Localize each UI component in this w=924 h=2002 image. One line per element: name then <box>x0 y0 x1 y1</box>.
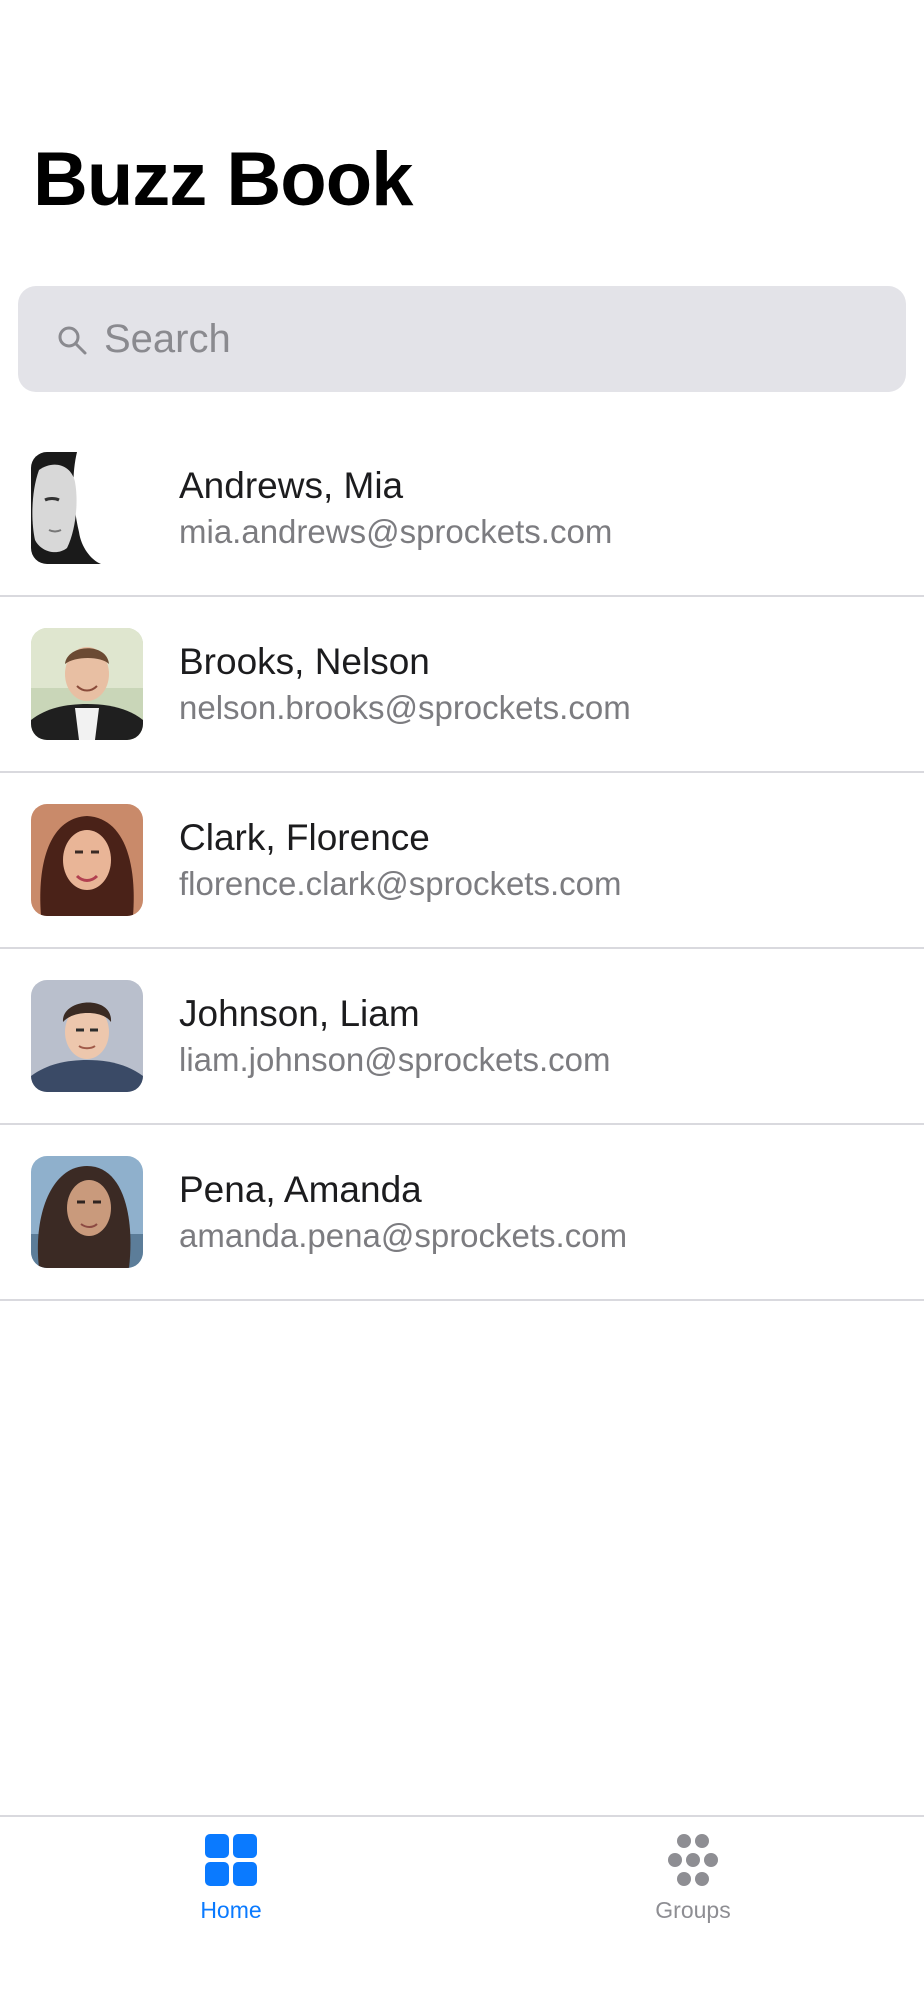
page-title: Buzz Book <box>33 137 413 222</box>
contact-row-johnson-liam[interactable]: Johnson, Liam liam.johnson@sprockets.com <box>0 949 924 1125</box>
avatar <box>31 1156 143 1268</box>
contact-name: Pena, Amanda <box>179 1169 422 1210</box>
avatar <box>31 452 143 564</box>
search-icon <box>58 326 87 355</box>
contact-list: Andrews, Mia mia.andrews@sprockets.com B… <box>0 421 924 1301</box>
contact-name: Brooks, Nelson <box>179 641 430 682</box>
contact-row-andrews-mia[interactable]: Andrews, Mia mia.andrews@sprockets.com <box>0 421 924 597</box>
tab-bar: Home Groups <box>0 1815 924 2002</box>
contact-email: nelson.brooks@sprockets.com <box>179 689 631 726</box>
tab-home-label: Home <box>200 1897 262 1923</box>
avatar <box>31 628 143 740</box>
contact-email: liam.johnson@sprockets.com <box>179 1041 611 1078</box>
contact-row-brooks-nelson[interactable]: Brooks, Nelson nelson.brooks@sprockets.c… <box>0 597 924 773</box>
contact-email: amanda.pena@sprockets.com <box>179 1217 628 1254</box>
tab-groups-label: Groups <box>655 1897 731 1923</box>
groups-dots-icon <box>668 1834 718 1886</box>
tab-groups[interactable]: Groups <box>462 1817 924 2002</box>
search-bar[interactable] <box>18 286 906 392</box>
contact-email: mia.andrews@sprockets.com <box>179 513 613 550</box>
contact-name: Andrews, Mia <box>179 465 404 506</box>
grid-icon <box>205 1834 257 1886</box>
avatar <box>31 804 143 916</box>
contact-row-pena-amanda[interactable]: Pena, Amanda amanda.pena@sprockets.com <box>0 1125 924 1301</box>
contact-name: Clark, Florence <box>179 817 430 858</box>
tab-home[interactable]: Home <box>0 1817 462 2002</box>
contact-row-clark-florence[interactable]: Clark, Florence florence.clark@sprockets… <box>0 773 924 949</box>
contact-email: florence.clark@sprockets.com <box>179 865 622 902</box>
avatar <box>31 980 143 1092</box>
search-input[interactable] <box>104 286 884 392</box>
contact-name: Johnson, Liam <box>179 993 420 1034</box>
